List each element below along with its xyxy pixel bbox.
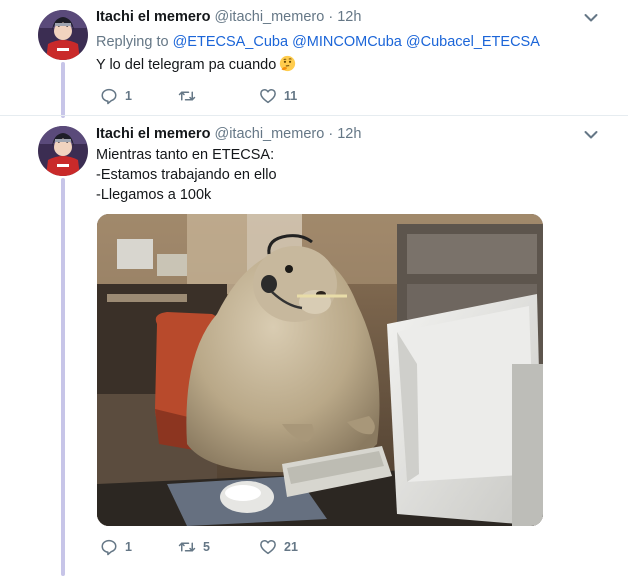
tweet-text-line: -Estamos trabajando en ello [96,167,277,183]
retweet-icon [178,542,196,552]
replying-to-line: Replying to @ETECSA_Cuba @MINCOMCuba @Cu… [96,34,540,50]
chevron-down-icon[interactable] [584,13,598,23]
mention-link[interactable]: @Cubacel_ETECSA [406,34,540,50]
retweet-count: 5 [203,540,210,554]
tweet-header: Itachi el memero @itachi_memero · 12h [96,126,361,142]
reply-button[interactable]: 1 [100,87,132,105]
tweet-header: Itachi el memero @itachi_memero · 12h [96,9,361,25]
groundhog-photo-image [97,214,543,526]
like-button[interactable]: 11 [259,87,297,105]
tweet-text: Y lo del telegram pa cuando [96,55,296,75]
tweet-divider [0,115,628,116]
reply-button[interactable]: 1 [100,538,132,556]
reply-icon [101,88,117,105]
user-handle[interactable]: @itachi_memero [214,9,324,25]
like-count: 21 [284,540,298,554]
reply-count: 1 [125,540,132,554]
timestamp[interactable]: 12h [337,126,361,142]
thread-line-bottom [61,178,65,576]
thinking-face-emoji-icon [280,55,296,72]
retweet-button[interactable]: 5 [178,538,210,556]
reply-count: 1 [125,89,132,103]
thread-line-top [61,62,65,118]
retweet-icon [178,91,196,101]
retweet-button[interactable] [178,87,203,105]
tweet-text: Mientras tanto en ETECSA: -Estamos traba… [96,145,277,205]
like-button[interactable]: 21 [259,538,298,556]
heart-icon [260,540,276,555]
replying-to-label: Replying to [96,34,169,50]
like-count: 11 [284,89,298,103]
tweet-text-line: Y lo del telegram pa cuando [96,57,277,73]
reply-icon [101,539,117,556]
tweet-text-line: Mientras tanto en ETECSA: [96,147,275,163]
avatar[interactable] [38,126,88,176]
separator-dot: · [328,9,334,25]
separator-dot: · [328,126,334,142]
mention-link[interactable]: @ETECSA_Cuba [173,34,288,50]
timestamp[interactable]: 12h [337,9,361,25]
tweet-text-line: -Llegamos a 100k [96,187,212,203]
display-name[interactable]: Itachi el memero [96,9,210,25]
user-handle[interactable]: @itachi_memero [214,126,324,142]
tweet-media-photo[interactable] [97,214,543,526]
heart-icon [260,89,276,104]
chevron-down-icon[interactable] [584,130,598,140]
display-name[interactable]: Itachi el memero [96,126,210,142]
mention-link[interactable]: @MINCOMCuba [292,34,402,50]
avatar[interactable] [38,10,88,60]
